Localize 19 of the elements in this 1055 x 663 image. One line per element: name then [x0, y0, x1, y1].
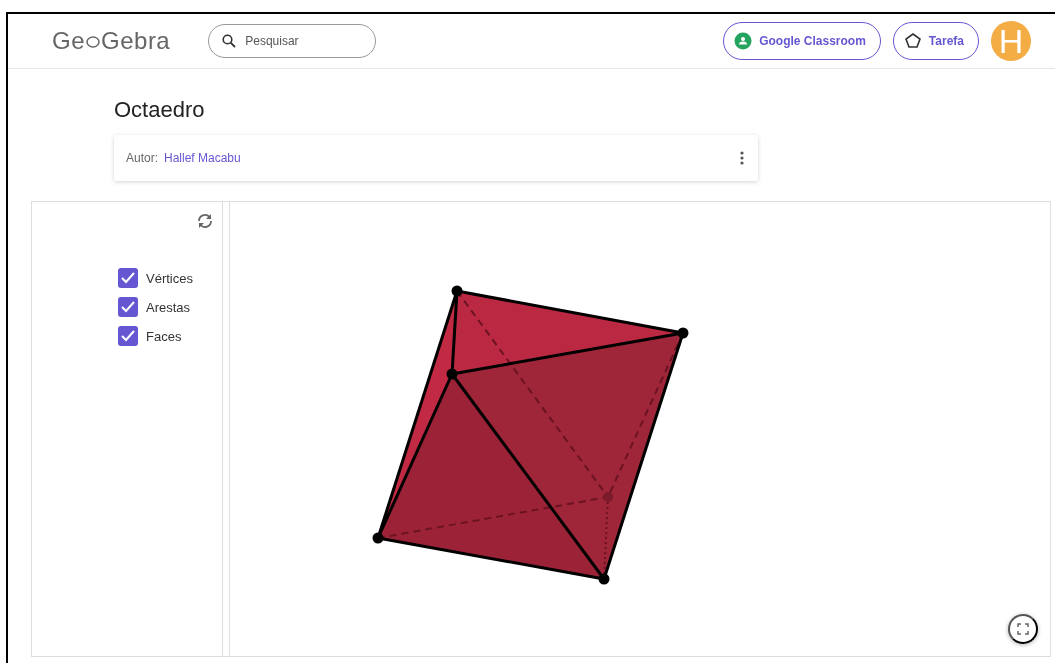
- checkbox[interactable]: [118, 326, 138, 346]
- checkbox-label: Arestas: [146, 299, 191, 315]
- fullscreen-button[interactable]: [1008, 614, 1038, 644]
- author-label: Autor:: [126, 151, 158, 165]
- fullscreen-icon: [1017, 623, 1029, 635]
- checkbox[interactable]: [118, 268, 138, 288]
- checkbox-label: Vértices: [146, 270, 193, 286]
- pentagon-icon: [903, 32, 922, 50]
- checkbox[interactable]: [118, 297, 138, 317]
- task-button[interactable]: Tarefa: [892, 22, 979, 60]
- page-title: Octaedro: [114, 97, 206, 123]
- search-field[interactable]: Pesquisar: [208, 24, 377, 58]
- classroom-button[interactable]: Google Classroom: [723, 22, 881, 60]
- refresh-icon[interactable]: [196, 212, 215, 230]
- logo[interactable]: Ge Gebra: [52, 29, 171, 53]
- more-icon[interactable]: [740, 150, 744, 166]
- author-link[interactable]: Hallef Macabu: [164, 151, 241, 165]
- checkbox-label: Faces: [146, 328, 182, 344]
- classroom-icon: [734, 32, 753, 50]
